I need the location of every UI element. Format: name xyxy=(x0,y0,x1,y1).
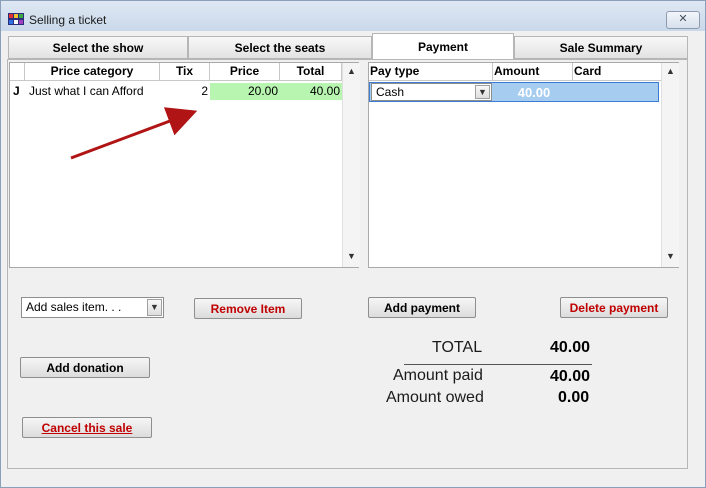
payment-panel: Price category Tix Price Total J Just wh… xyxy=(7,59,688,469)
title-bar: Selling a ticket ✕ xyxy=(1,1,705,31)
delete-payment-button[interactable]: Delete payment xyxy=(560,297,668,318)
amount-owed-value: 0.00 xyxy=(558,389,590,406)
close-button[interactable]: ✕ xyxy=(666,11,700,29)
add-sales-item-label: Add sales item. . . xyxy=(26,300,122,314)
amount-paid-label: Amount paid xyxy=(393,367,483,384)
tab-select-seats[interactable]: Select the seats xyxy=(188,36,372,59)
tab-payment[interactable]: Payment xyxy=(372,33,514,61)
cell-tix: 2 xyxy=(201,84,208,98)
close-icon: ✕ xyxy=(678,13,688,25)
add-payment-button[interactable]: Add payment xyxy=(368,297,476,318)
amount-paid-value: 40.00 xyxy=(550,368,591,385)
app-icon xyxy=(8,13,24,25)
column-marker xyxy=(10,63,25,80)
scroll-up-icon[interactable]: ▲ xyxy=(666,66,675,76)
add-donation-button[interactable]: Add donation xyxy=(20,357,150,378)
payments-scrollbar[interactable]: ▲ ▼ xyxy=(661,63,679,267)
total-value: 40.00 xyxy=(550,339,591,356)
sale-items-header: Price category Tix Price Total xyxy=(10,63,342,81)
column-pay-type: Pay type xyxy=(369,63,493,80)
add-sales-item-select[interactable]: Add sales item. . . ▼ xyxy=(21,297,164,318)
chevron-down-icon[interactable]: ▼ xyxy=(147,299,162,316)
column-price: Price xyxy=(210,63,280,80)
selling-ticket-window: Selling a ticket ✕ Select the show Selec… xyxy=(0,0,706,488)
cell-amount: 40.00 xyxy=(517,85,551,100)
amount-owed-label: Amount owed xyxy=(386,389,484,406)
tab-select-show[interactable]: Select the show xyxy=(8,36,188,59)
total-label: TOTAL xyxy=(432,339,483,356)
column-total: Total xyxy=(280,63,342,80)
payment-row[interactable]: Cash ▼ 40.00 xyxy=(369,82,659,102)
cell-total: 40.00 xyxy=(280,83,342,100)
pointer-arrow-annotation xyxy=(70,107,198,160)
column-card: Card xyxy=(574,64,602,78)
chevron-down-icon[interactable]: ▼ xyxy=(475,85,490,99)
payments-header: Pay type Amount Card xyxy=(369,63,661,81)
cell-price-category: Just what I can Afford xyxy=(29,84,144,98)
tab-strip: Select the show Select the seats Payment… xyxy=(8,31,688,61)
cell-card xyxy=(574,84,658,101)
scroll-up-icon[interactable]: ▲ xyxy=(347,66,356,76)
row-marker: J xyxy=(13,84,20,98)
column-tix: Tix xyxy=(160,63,210,80)
items-scrollbar[interactable]: ▲ ▼ xyxy=(342,63,360,267)
cell-price: 20.00 xyxy=(210,83,280,100)
pay-type-select[interactable]: Cash ▼ xyxy=(371,83,492,101)
remove-item-button[interactable]: Remove Item xyxy=(194,298,302,319)
column-price-category: Price category xyxy=(25,63,160,80)
summary-divider xyxy=(404,364,592,365)
cancel-sale-button[interactable]: Cancel this sale xyxy=(22,417,152,438)
tab-sale-summary[interactable]: Sale Summary xyxy=(514,36,688,59)
pay-type-value: Cash xyxy=(376,85,405,99)
scroll-down-icon[interactable]: ▼ xyxy=(666,251,675,261)
table-row[interactable]: J Just what I can Afford 2 20.00 40.00 xyxy=(10,83,342,100)
scroll-down-icon[interactable]: ▼ xyxy=(347,251,356,261)
payments-grid[interactable]: Pay type Amount Card Cash ▼ 40.00 ▲ ▼ xyxy=(368,62,679,268)
column-amount: Amount xyxy=(493,63,573,80)
window-title: Selling a ticket xyxy=(29,13,107,27)
